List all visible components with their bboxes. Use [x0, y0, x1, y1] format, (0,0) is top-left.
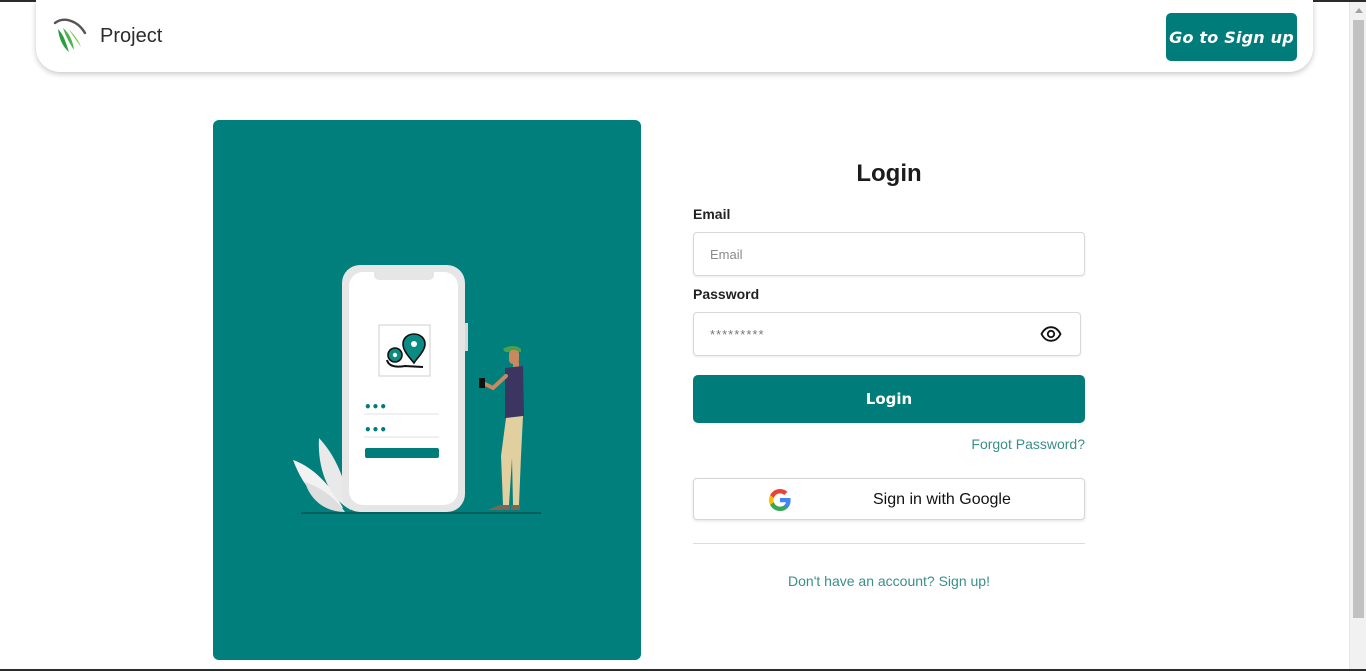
phone-login-bar — [365, 448, 439, 458]
phone-screen — [349, 272, 458, 505]
brand-name: Project — [100, 24, 163, 47]
scroll-up-arrow-icon[interactable] — [1350, 2, 1366, 19]
email-input[interactable] — [693, 232, 1085, 276]
phone-password-dots: ••• — [364, 423, 387, 437]
phone-side-button — [465, 323, 468, 351]
password-field — [693, 312, 1081, 356]
login-illustration: ••• ••• — [293, 265, 541, 514]
brand[interactable]: Project — [52, 17, 162, 55]
vertical-scrollbar[interactable] — [1349, 2, 1366, 671]
navbar: Project Go to Sign up — [36, 0, 1313, 72]
google-signin-button[interactable]: Sign in with Google — [693, 478, 1085, 520]
person-figure — [479, 346, 524, 510]
scrollbar-thumb[interactable] — [1353, 20, 1364, 618]
leaf-logo-icon — [53, 18, 87, 52]
email-label: Email — [693, 206, 731, 222]
illustration-panel: ••• ••• — [213, 120, 641, 660]
eye-icon[interactable] — [1039, 324, 1063, 344]
forgot-password-link[interactable]: Forgot Password? — [971, 436, 1085, 452]
phone-notch — [374, 266, 434, 280]
login-button[interactable]: Login — [693, 375, 1085, 423]
go-to-signup-button[interactable]: Go to Sign up — [1166, 13, 1297, 61]
divider — [693, 543, 1085, 544]
phone-password-dots: ••• — [364, 400, 387, 414]
google-icon — [769, 489, 791, 511]
google-signin-label: Sign in with Google — [873, 491, 1011, 508]
password-label: Password — [693, 286, 760, 302]
signup-link[interactable]: Don't have an account? Sign up! — [693, 573, 1085, 589]
login-title: Login — [856, 160, 922, 187]
password-input[interactable] — [693, 312, 1081, 356]
